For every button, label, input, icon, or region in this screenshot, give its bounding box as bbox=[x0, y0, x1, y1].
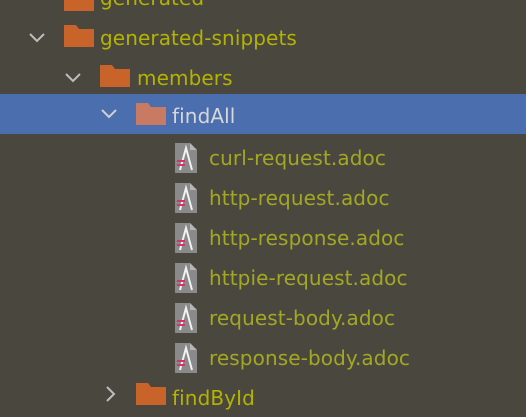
tree-item-label: http-response.adoc bbox=[209, 226, 405, 250]
tree-item-file[interactable]: http-response.adoc bbox=[0, 218, 526, 258]
chevron-down-icon[interactable] bbox=[28, 29, 46, 47]
tree-item-label: generated bbox=[100, 0, 204, 18]
tree-item-file[interactable]: http-request.adoc bbox=[0, 178, 526, 218]
tree-item-members[interactable]: members bbox=[0, 58, 526, 98]
asciidoc-file-icon bbox=[175, 263, 197, 293]
tree-item-label: httpie-request.adoc bbox=[209, 266, 408, 290]
asciidoc-file-icon bbox=[175, 183, 197, 213]
tree-item-generated-snippets[interactable]: generated-snippets bbox=[0, 18, 526, 58]
tree-item-generated[interactable]: generated bbox=[0, 0, 526, 18]
folder-icon bbox=[64, 0, 94, 11]
tree-item-label: findAll bbox=[172, 104, 236, 128]
tree-item-label: members bbox=[137, 66, 233, 90]
tree-item-file[interactable]: httpie-request.adoc bbox=[0, 258, 526, 298]
asciidoc-file-icon bbox=[175, 343, 197, 373]
folder-icon bbox=[100, 65, 130, 87]
tree-item-label: findById bbox=[172, 386, 255, 410]
chevron-down-icon[interactable] bbox=[100, 105, 118, 123]
tree-item-file[interactable]: curl-request.adoc bbox=[0, 138, 526, 178]
folder-icon bbox=[136, 103, 166, 125]
tree-item-file[interactable]: response-body.adoc bbox=[0, 338, 526, 378]
tree-item-label: generated-snippets bbox=[100, 26, 297, 50]
project-tree: generated generated-snippets members fin… bbox=[0, 0, 526, 417]
tree-item-label: response-body.adoc bbox=[209, 346, 411, 370]
chevron-right-icon[interactable] bbox=[102, 385, 120, 403]
chevron-down-icon[interactable] bbox=[64, 69, 82, 87]
tree-item-findbyid[interactable]: findById bbox=[0, 378, 526, 417]
asciidoc-file-icon bbox=[175, 303, 197, 333]
folder-icon bbox=[136, 383, 166, 405]
asciidoc-file-icon bbox=[175, 223, 197, 253]
tree-item-label: curl-request.adoc bbox=[209, 146, 386, 170]
tree-item-findall[interactable]: findAll bbox=[0, 94, 526, 134]
folder-icon bbox=[64, 25, 94, 47]
tree-item-file[interactable]: request-body.adoc bbox=[0, 298, 526, 338]
tree-item-label: request-body.adoc bbox=[209, 306, 396, 330]
asciidoc-file-icon bbox=[175, 143, 197, 173]
tree-item-label: http-request.adoc bbox=[209, 186, 390, 210]
